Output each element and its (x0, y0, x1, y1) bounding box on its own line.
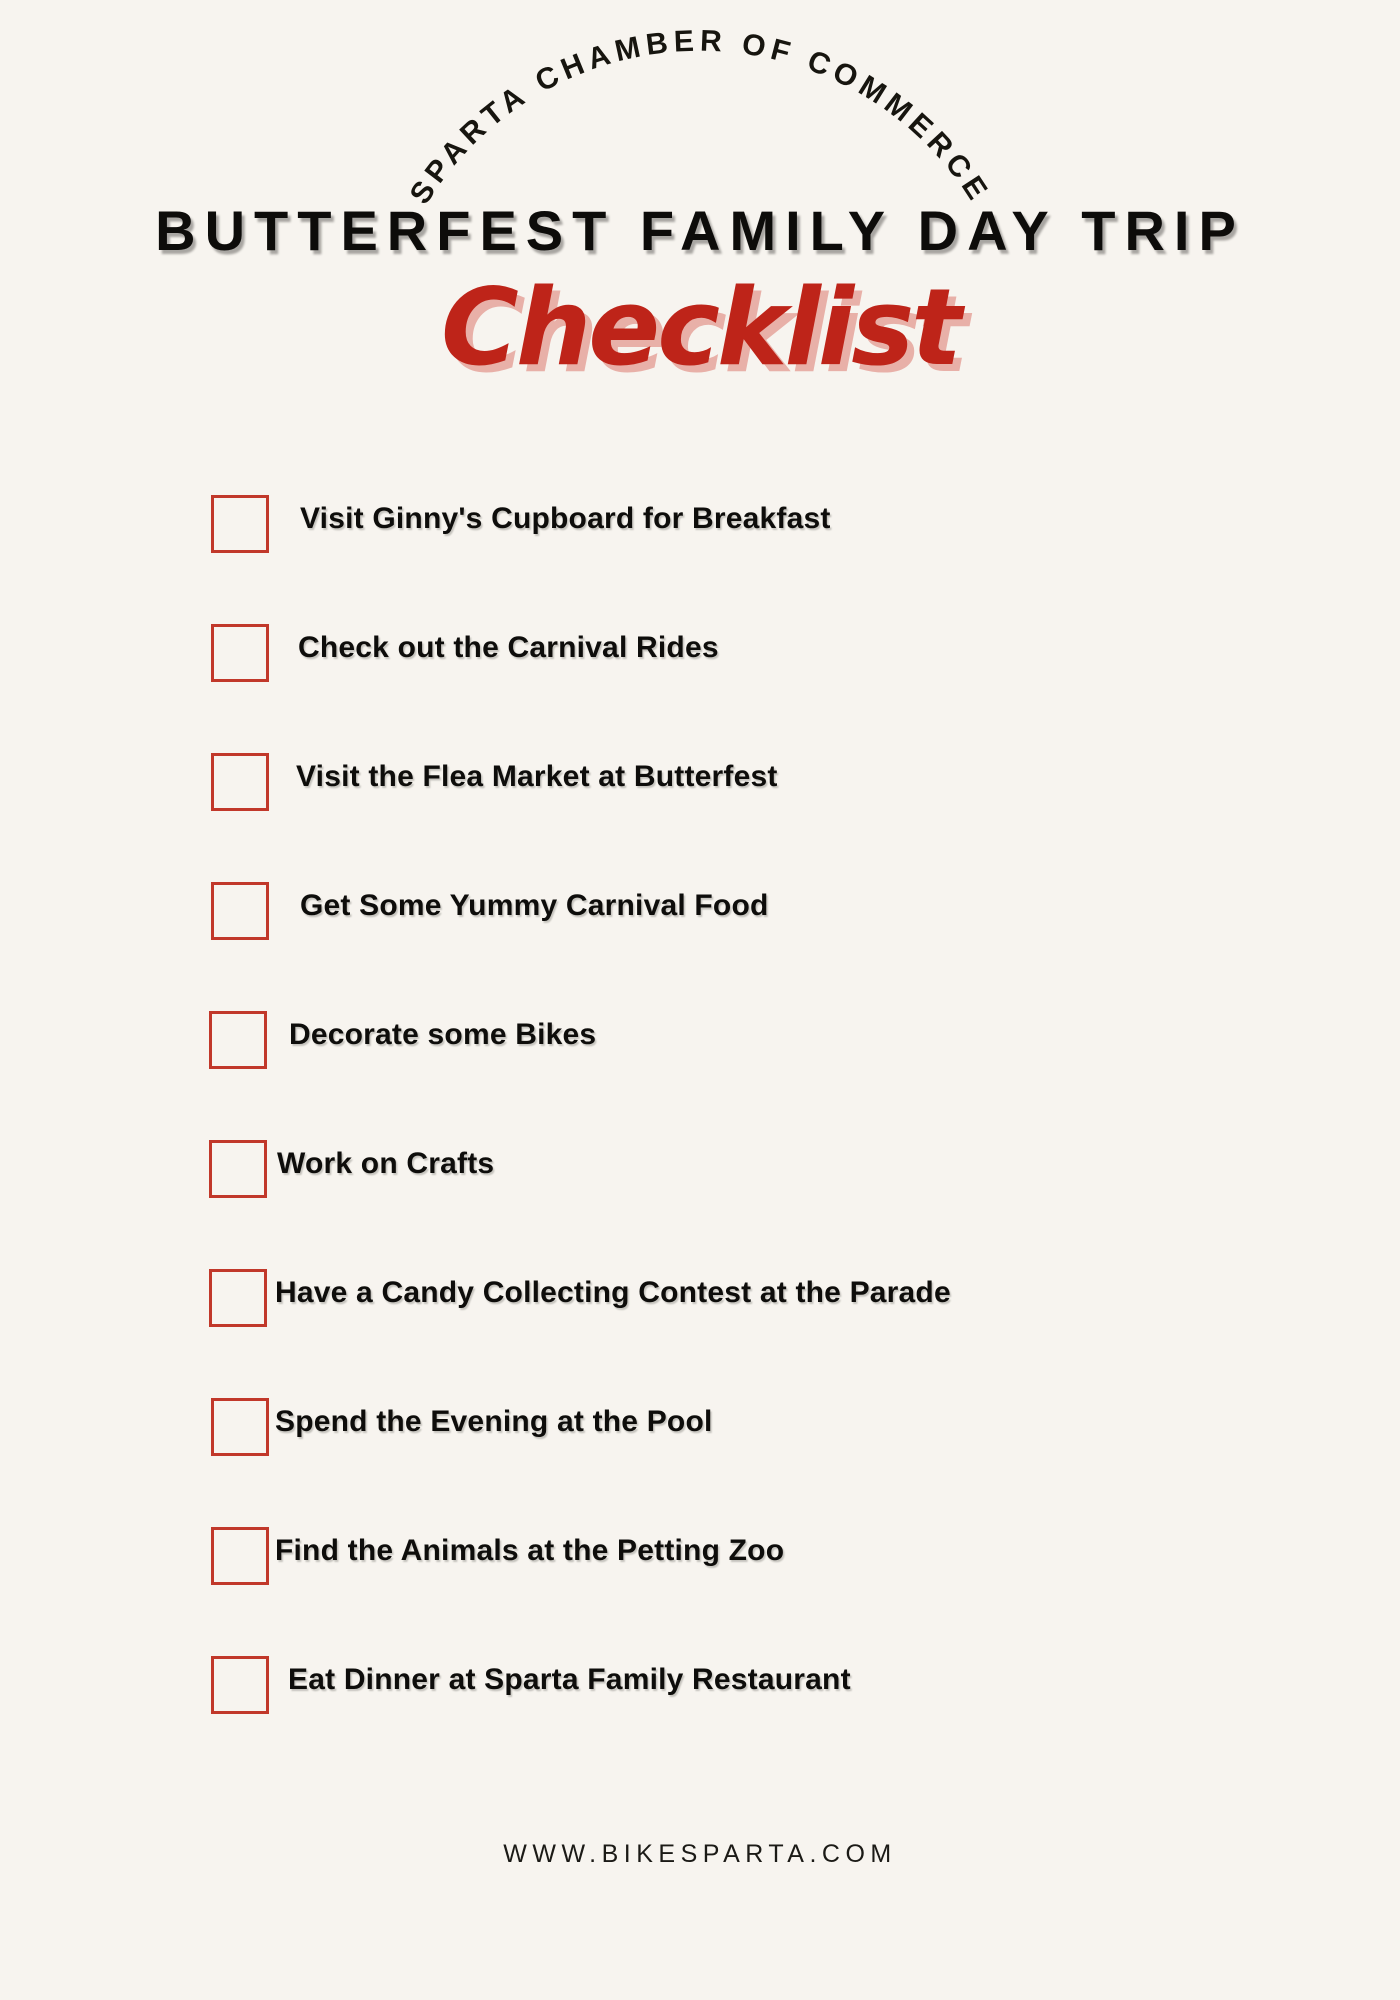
checklist-item[interactable]: Visit Ginny's Cupboard for Breakfast (0, 488, 1400, 617)
page-subtitle-script: Checklist (441, 266, 962, 389)
checklist-item[interactable]: Check out the Carnival Rides (0, 617, 1400, 746)
checkbox-icon[interactable] (211, 753, 269, 811)
checklist-item[interactable]: Find the Animals at the Petting Zoo (0, 1520, 1400, 1649)
checkbox-icon[interactable] (211, 1398, 269, 1456)
checklist-item-label: Work on Crafts (277, 1147, 495, 1180)
checklist-item-label: Visit the Flea Market at Butterfest (296, 760, 778, 793)
checklist-item-label: Get Some Yummy Carnival Food (300, 889, 769, 922)
checklist-item-label: Have a Candy Collecting Contest at the P… (275, 1276, 951, 1309)
checklist-item-label: Visit Ginny's Cupboard for Breakfast (300, 502, 831, 535)
checklist-item-label: Check out the Carnival Rides (298, 631, 719, 664)
checklist-item[interactable]: Decorate some Bikes (0, 1004, 1400, 1133)
checklist-item-label: Find the Animals at the Petting Zoo (275, 1534, 785, 1567)
page-title: BUTTERFEST FAMILY DAY TRIP (155, 199, 1245, 262)
checklist-page: SPARTA CHAMBER OF COMMERCE BUTTERFEST FA… (0, 0, 1400, 2000)
checklist-item[interactable]: Get Some Yummy Carnival Food (0, 875, 1400, 1004)
checklist-item-label: Decorate some Bikes (289, 1018, 597, 1051)
checklist-item[interactable]: Have a Candy Collecting Contest at the P… (0, 1262, 1400, 1391)
organization-name: SPARTA CHAMBER OF COMMERCE (404, 25, 997, 210)
checkbox-icon[interactable] (209, 1140, 267, 1198)
checkbox-icon[interactable] (211, 1527, 269, 1585)
checkbox-icon[interactable] (211, 495, 269, 553)
checkbox-icon[interactable] (211, 1656, 269, 1714)
checklist-item[interactable]: Spend the Evening at the Pool (0, 1391, 1400, 1520)
checklist-item-label: Spend the Evening at the Pool (275, 1405, 713, 1438)
organization-name-textpath: SPARTA CHAMBER OF COMMERCE (404, 25, 991, 210)
checkbox-icon[interactable] (211, 624, 269, 682)
checklist-item[interactable]: Eat Dinner at Sparta Family Restaurant (0, 1649, 1400, 1778)
footer-website-url: WWW.BIKESPARTA.COM (503, 1840, 897, 1868)
checklist-item[interactable]: Visit the Flea Market at Butterfest (0, 746, 1400, 875)
checklist-item[interactable]: Work on Crafts (0, 1133, 1400, 1262)
organization-arc-banner: SPARTA CHAMBER OF COMMERCE (0, 14, 1400, 210)
checkbox-icon[interactable] (209, 1011, 267, 1069)
checkbox-icon[interactable] (211, 882, 269, 940)
checklist-item-label: Eat Dinner at Sparta Family Restaurant (288, 1663, 851, 1696)
checklist: Visit Ginny's Cupboard for Breakfast Chec… (0, 488, 1400, 1778)
checkbox-icon[interactable] (209, 1269, 267, 1327)
